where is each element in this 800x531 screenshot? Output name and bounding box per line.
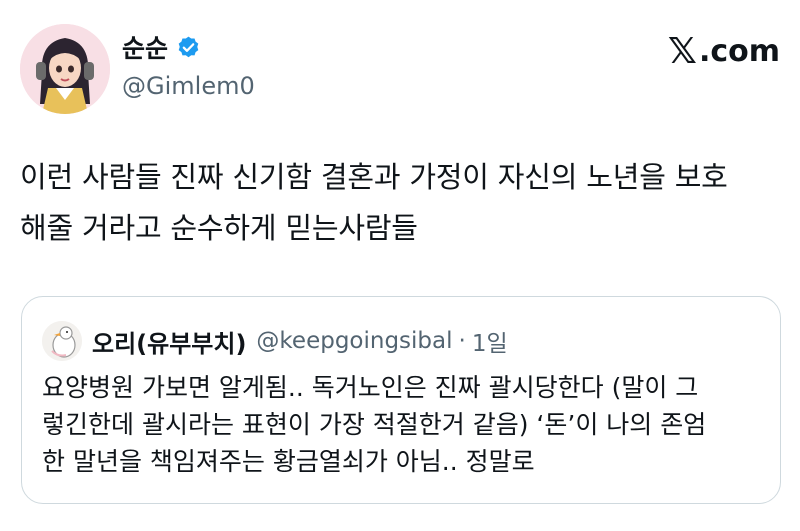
author-display-name[interactable]: 순순 — [122, 29, 168, 65]
quote-author-avatar[interactable] — [42, 321, 82, 361]
author-names: 순순 @Gimlem0 — [122, 30, 255, 100]
x-logo[interactable]: 𝕏 .com — [668, 34, 780, 70]
tweet-text: 이런 사람들 진짜 신기함 결혼과 가정이 자신의 노년을 보호 해줄 거라고 … — [20, 152, 780, 254]
verified-badge-icon — [176, 35, 201, 60]
author-handle[interactable]: @Gimlem0 — [122, 72, 255, 100]
quote-timestamp[interactable]: 1일 — [472, 324, 508, 358]
tweet-text-line: 해줄 거라고 순수하게 믿는사람들 — [20, 211, 418, 245]
tweet-header: 순순 @Gimlem0 𝕏 .com — [20, 24, 780, 114]
quote-separator: · — [458, 328, 466, 354]
author-avatar[interactable] — [20, 24, 110, 114]
x-domain-text: .com — [698, 34, 780, 69]
quote-author-name[interactable]: 오리(유부부치) — [92, 324, 246, 359]
x-logo-icon: 𝕏 — [667, 31, 697, 72]
tweet-text-line: 이런 사람들 진짜 신기함 결혼과 가정이 자신의 노년을 보호 — [20, 160, 728, 194]
quote-text-line: 요양병원 가보면 알게됨.. 독거노인은 진짜 괄시당한다 (말이 그 — [42, 373, 699, 402]
anime-girl-avatar-icon — [20, 24, 110, 114]
duck-avatar-icon — [42, 321, 82, 361]
quote-header: 오리(유부부치) @keepgoingsibal · 1일 — [42, 321, 508, 361]
quote-text: 요양병원 가보면 알게됨.. 독거노인은 진짜 괄시당한다 (말이 그 렇긴한데… — [42, 369, 767, 480]
quote-tweet-card[interactable]: 오리(유부부치) @keepgoingsibal · 1일 요양병원 가보면 알… — [21, 296, 781, 504]
quote-author-handle[interactable]: @keepgoingsibal — [256, 328, 452, 354]
quote-text-line: 한 말년을 책임져주는 황금열쇠가 아님.. 정말로 — [42, 447, 535, 476]
display-name-row: 순순 — [122, 30, 255, 64]
quote-text-line: 렇긴한데 괄시라는 표현이 가장 적절한거 같음) ‘돈’이 나의 존엄 — [42, 410, 707, 439]
